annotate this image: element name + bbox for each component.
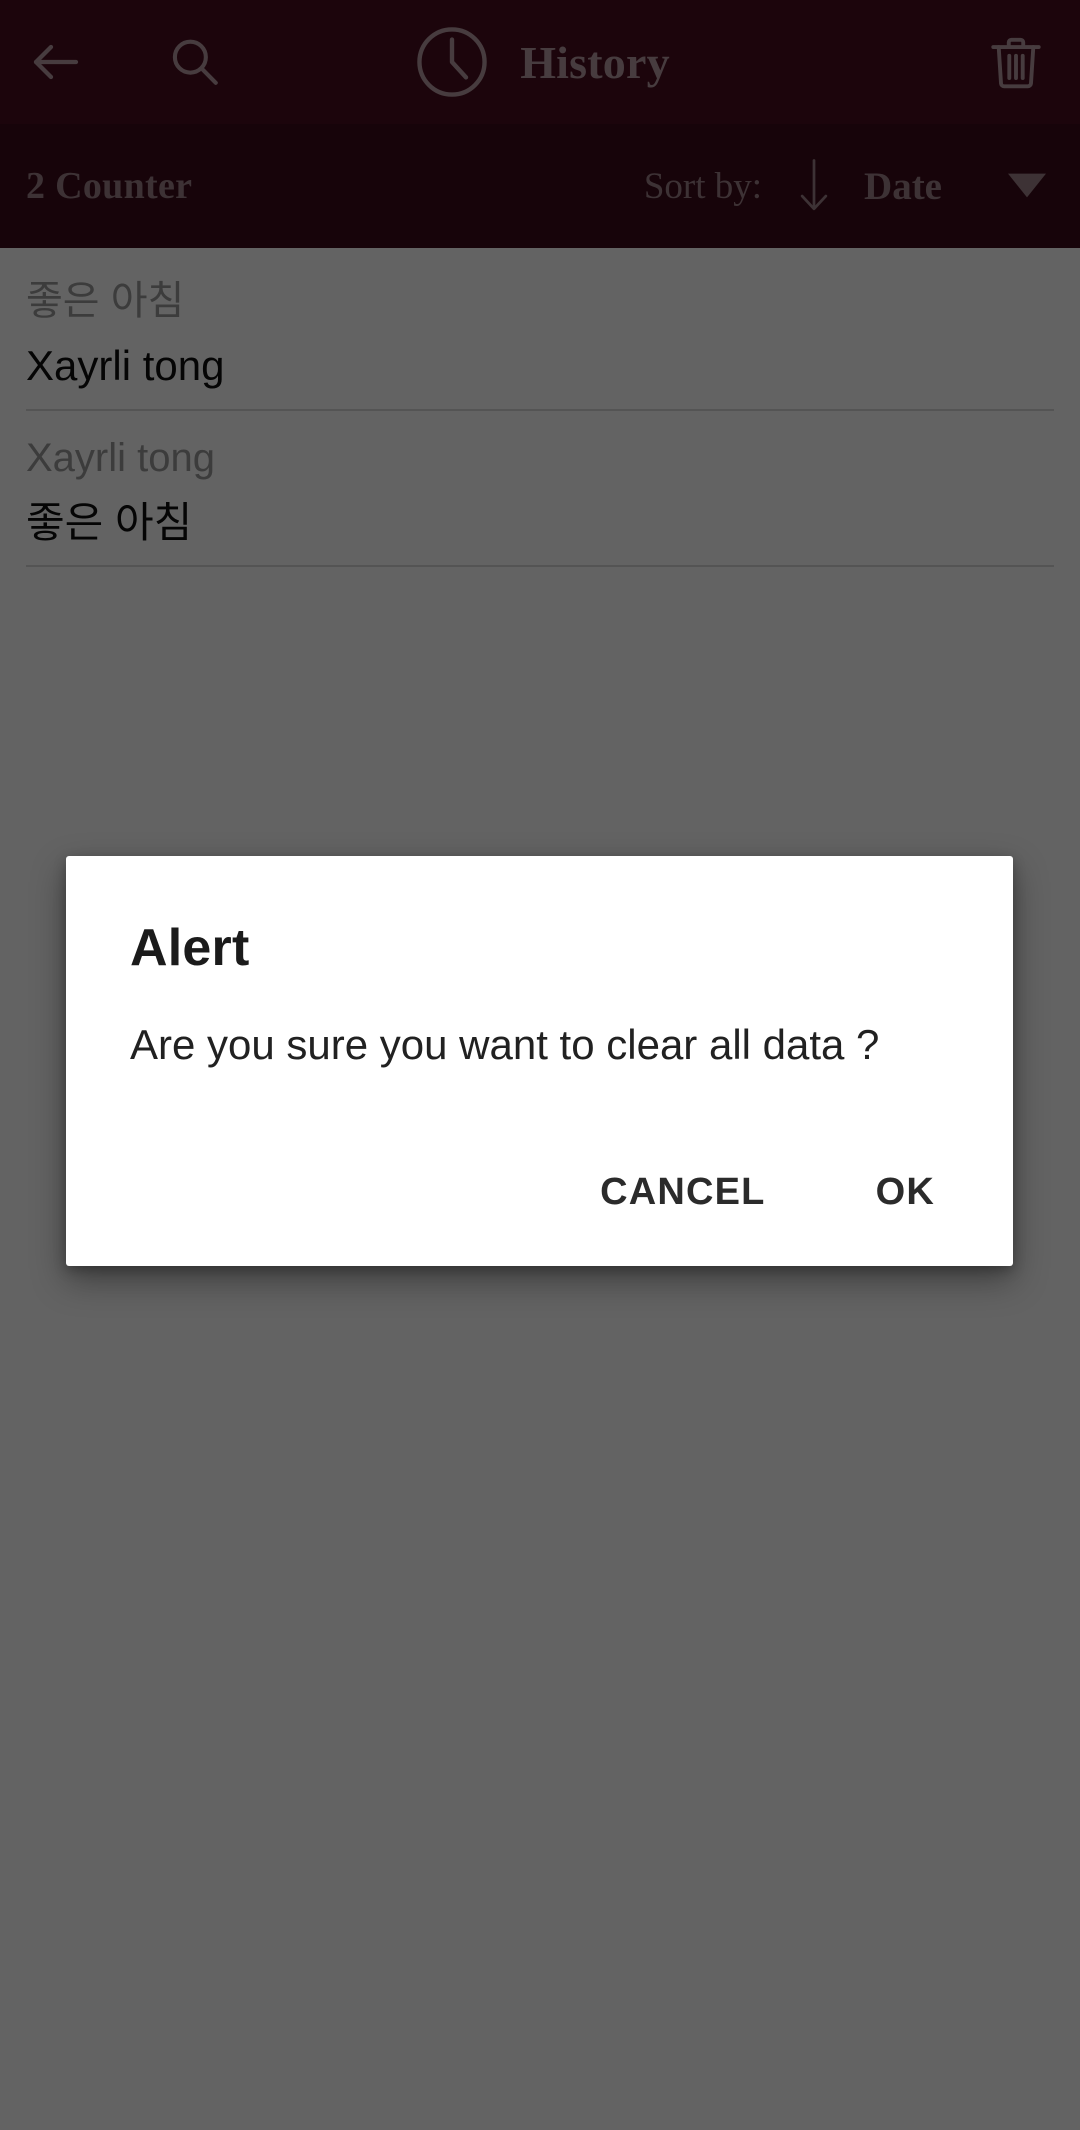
alert-dialog: Alert Are you sure you want to clear all… — [66, 856, 1013, 1266]
dialog-action-row: CANCEL OK — [66, 1153, 1013, 1266]
app-screen-root: History 2 Counter Sort by: — [0, 0, 1080, 2130]
ok-button[interactable]: OK — [850, 1153, 961, 1232]
dialog-title: Alert — [130, 919, 250, 977]
dialog-message: Are you sure you want to clear all data … — [130, 1021, 880, 1068]
cancel-button[interactable]: CANCEL — [574, 1153, 792, 1232]
